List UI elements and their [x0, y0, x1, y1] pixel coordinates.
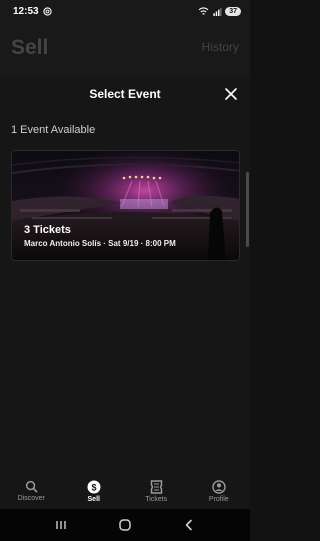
- dollar-icon: $: [87, 480, 101, 493]
- tab-sell[interactable]: $ Sell: [63, 473, 126, 509]
- tab-label-tickets: Tickets: [145, 495, 168, 503]
- sheet-header: Select Event: [0, 77, 250, 111]
- battery-indicator: 37: [225, 6, 241, 16]
- tab-label-sell: Sell: [87, 495, 100, 503]
- ticket-icon: [150, 479, 162, 494]
- tab-tickets[interactable]: Tickets: [125, 473, 188, 509]
- select-event-sheet: Select Event 1 Event Available 3 Tickets…: [0, 77, 250, 473]
- profile-icon: [212, 479, 226, 494]
- event-details: Marco Antonio Solís · Sat 9/19 · 8:00 PM: [24, 239, 176, 248]
- sheet-title: Select Event: [89, 87, 161, 101]
- tab-discover[interactable]: Discover: [0, 473, 63, 509]
- page-title: Sell: [11, 36, 49, 59]
- system-nav-bar: [0, 509, 250, 541]
- history-link[interactable]: History: [202, 40, 239, 54]
- at-icon: [42, 6, 52, 16]
- recent-apps-icon[interactable]: [55, 519, 67, 531]
- search-icon: [25, 480, 38, 493]
- tab-label-discover: Discover: [17, 495, 45, 502]
- event-ticket-count: 3 Tickets: [24, 224, 71, 236]
- event-count-label: 1 Event Available: [11, 124, 96, 136]
- tab-label-profile: Profile: [208, 495, 229, 503]
- status-time: 12:53: [13, 5, 39, 17]
- status-bar: 12:53 37: [0, 0, 250, 22]
- close-icon: [225, 88, 237, 100]
- home-icon[interactable]: [118, 518, 132, 532]
- tab-profile[interactable]: Profile: [188, 473, 251, 509]
- back-icon[interactable]: [183, 519, 195, 531]
- wifi-icon: [198, 6, 209, 15]
- signal-icon: [213, 7, 222, 16]
- event-card[interactable]: 3 Tickets Marco Antonio Solís · Sat 9/19…: [11, 150, 240, 261]
- tab-bar: Discover $ Sell Tickets Profile: [0, 473, 250, 509]
- scrollbar[interactable]: [246, 172, 249, 247]
- svg-text:$: $: [91, 482, 96, 492]
- close-button[interactable]: [222, 85, 240, 103]
